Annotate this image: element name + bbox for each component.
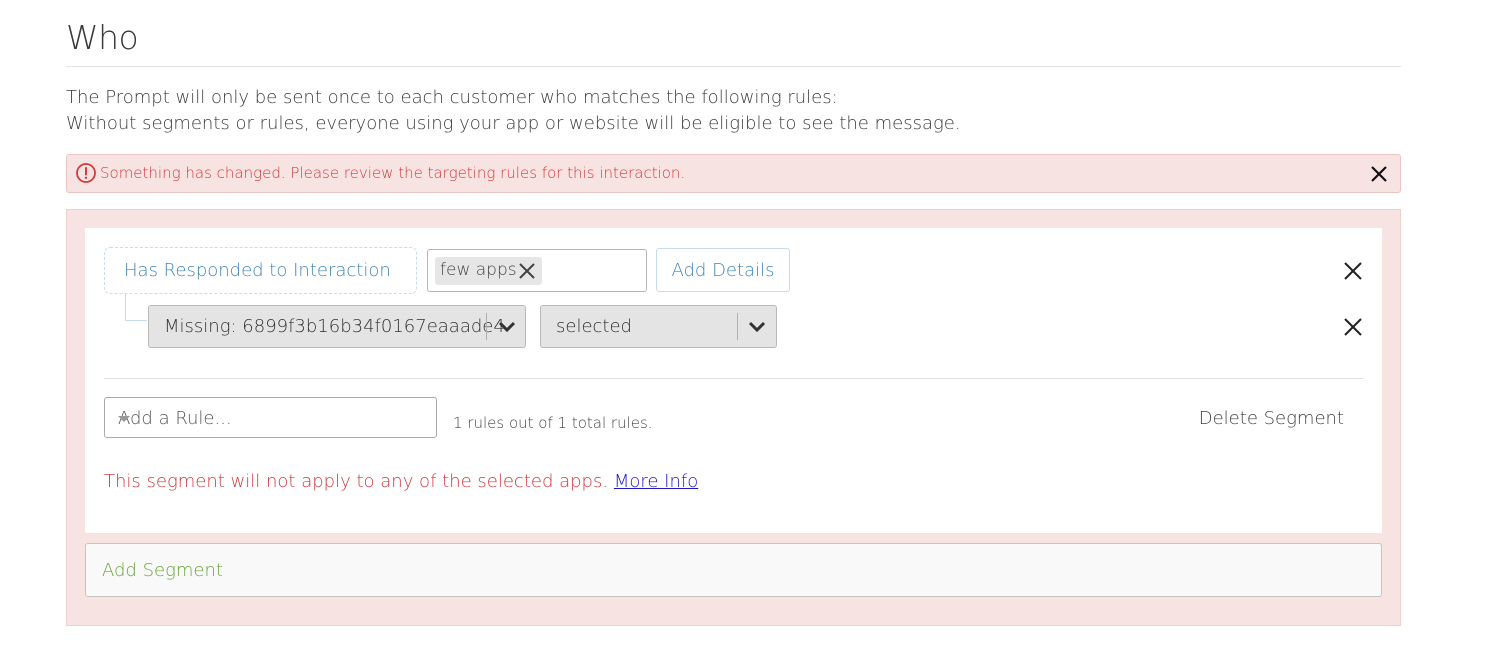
condition-field-value: Missing: 6899f3b16b34f0167eaaade4 xyxy=(164,316,505,337)
add-rule-placeholder: Add a Rule... xyxy=(118,408,232,429)
chevron-down-icon xyxy=(748,321,766,333)
add-rule-select[interactable]: Add a Rule... xyxy=(104,397,437,438)
selected-tag: few apps xyxy=(435,257,542,285)
condition-field-select[interactable]: Missing: 6899f3b16b34f0167eaaade4 xyxy=(148,305,526,348)
segments-container: Has Responded to Interaction few apps Ad… xyxy=(66,209,1401,626)
criterion-label: Has Responded to Interaction xyxy=(124,260,391,281)
description-line-2: Without segments or rules, everyone usin… xyxy=(66,113,961,134)
close-icon[interactable] xyxy=(1341,315,1365,339)
add-segment-label: Add Segment xyxy=(102,560,223,581)
caret-down-icon xyxy=(118,416,130,422)
more-info-link[interactable]: More Info xyxy=(614,471,698,492)
close-icon[interactable] xyxy=(1368,163,1390,185)
criterion-button[interactable]: Has Responded to Interaction xyxy=(104,247,417,294)
delete-segment-button[interactable]: Delete Segment xyxy=(1199,408,1344,429)
tag-label: few apps xyxy=(440,260,517,280)
page-title: Who xyxy=(66,18,139,57)
condition-operator-value: selected xyxy=(556,316,632,337)
segment-warning-text: This segment will not apply to any of th… xyxy=(104,471,609,492)
rules-count: 1 rules out of 1 total rules. xyxy=(453,414,653,432)
segment-divider xyxy=(104,378,1363,379)
close-icon[interactable] xyxy=(517,261,537,281)
add-details-button[interactable]: Add Details xyxy=(656,248,790,292)
add-segment-button[interactable]: Add Segment xyxy=(85,543,1382,597)
segment-card: Has Responded to Interaction few apps Ad… xyxy=(85,228,1382,533)
select-separator xyxy=(737,313,738,340)
interaction-tag-input[interactable]: few apps xyxy=(427,249,647,292)
change-alert: Something has changed. Please review the… xyxy=(66,154,1401,193)
description-line-1: The Prompt will only be sent once to eac… xyxy=(66,87,838,108)
condition-operator-select[interactable]: selected xyxy=(540,305,777,348)
title-divider xyxy=(66,66,1401,67)
alert-text: Something has changed. Please review the… xyxy=(100,164,686,182)
select-separator xyxy=(486,313,487,340)
add-details-label: Add Details xyxy=(671,260,775,281)
close-icon[interactable] xyxy=(1341,259,1365,283)
rule-connector xyxy=(125,294,147,321)
chevron-down-icon xyxy=(498,321,516,333)
segment-warning: This segment will not apply to any of th… xyxy=(104,471,698,492)
section-description: The Prompt will only be sent once to eac… xyxy=(66,85,961,137)
alert-circle-icon xyxy=(76,163,96,183)
